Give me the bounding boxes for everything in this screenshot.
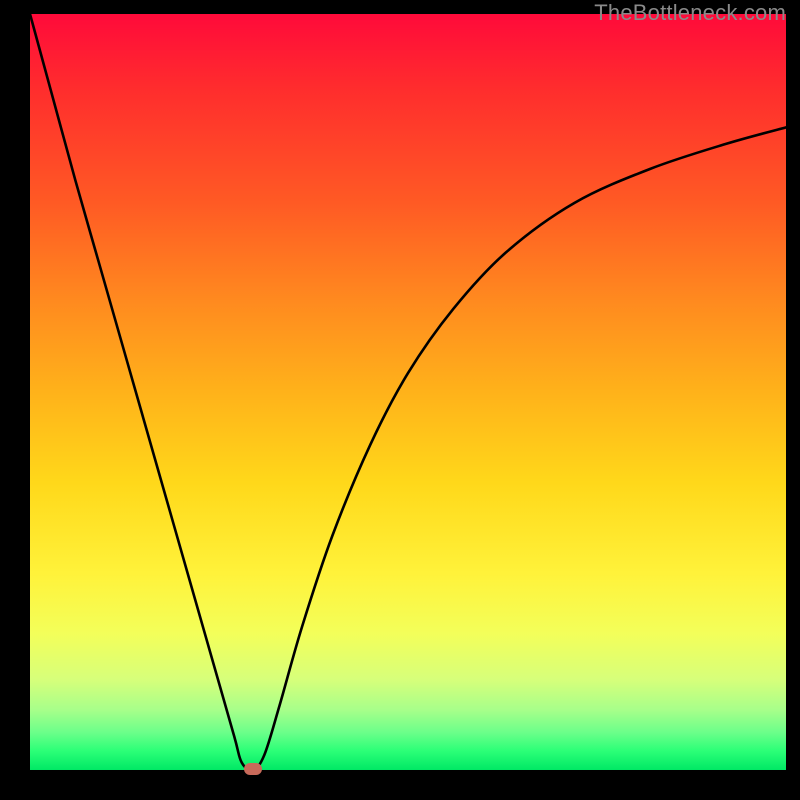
chart-frame: TheBottleneck.com <box>0 0 800 800</box>
curve-svg <box>30 14 786 770</box>
watermark-text: TheBottleneck.com <box>594 0 786 26</box>
minimum-marker <box>244 763 262 775</box>
plot-area <box>30 14 786 770</box>
bottleneck-curve <box>30 14 786 770</box>
